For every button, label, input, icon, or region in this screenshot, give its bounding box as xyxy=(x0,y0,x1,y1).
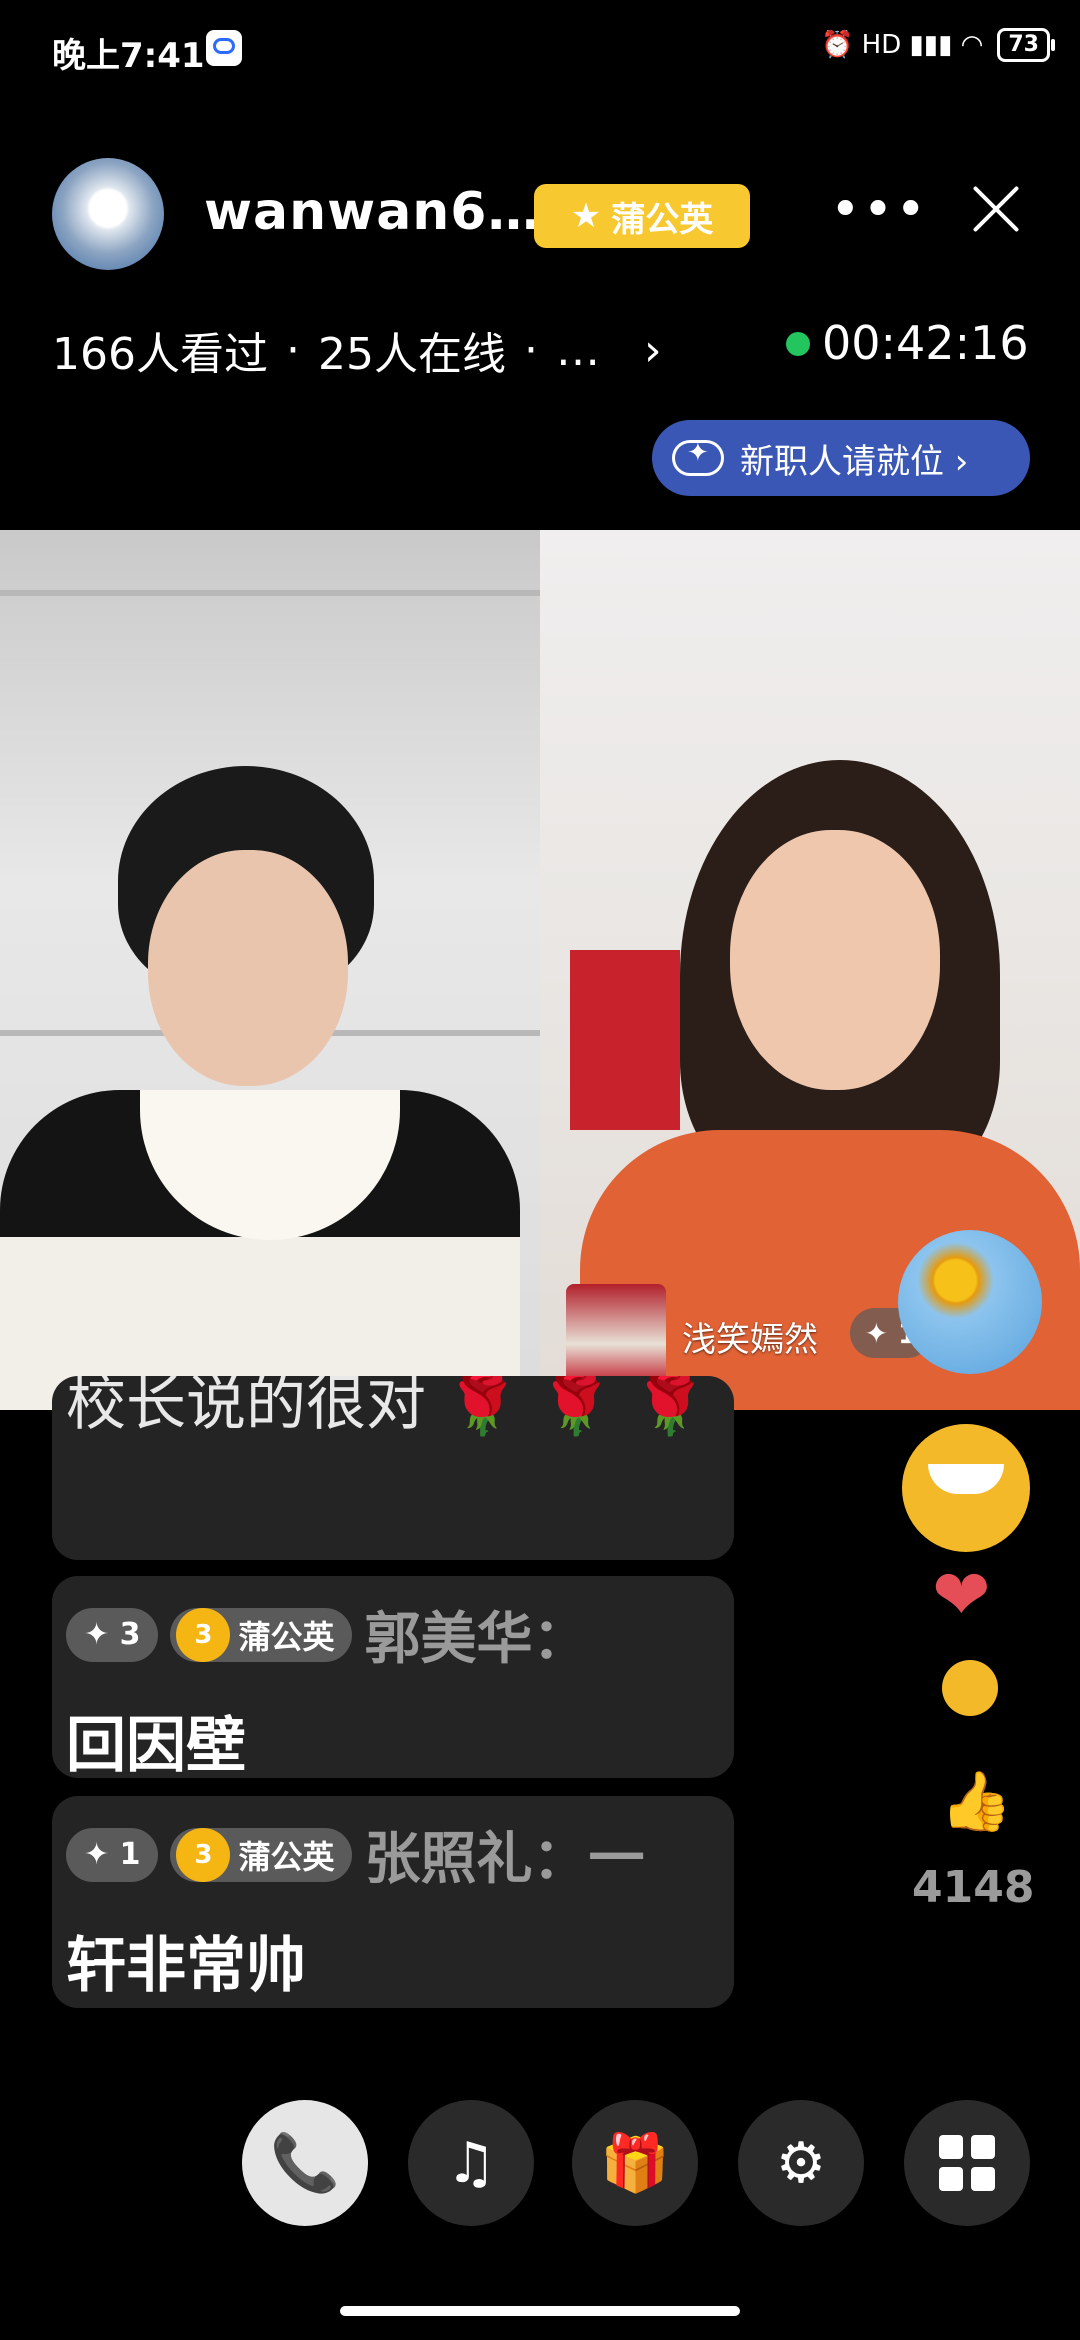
status-time: 晚上7:41 xyxy=(52,36,205,76)
comment-text: 回因壁 xyxy=(66,1711,246,1781)
live-duration: 00:42:16 xyxy=(822,316,1029,370)
bow-icon xyxy=(672,438,724,476)
more-options-button[interactable]: ••• xyxy=(830,180,928,240)
battery-icon: 73 xyxy=(997,28,1055,62)
fan-group-badge[interactable]: ★ 蒲公英 xyxy=(534,184,750,248)
grid-icon xyxy=(939,2135,995,2191)
fan-badge: 3 蒲公英 xyxy=(170,1607,353,1662)
separator: · xyxy=(523,324,538,376)
star-icon: ★ xyxy=(570,196,602,236)
fan-badge-label: 蒲公英 xyxy=(238,1617,335,1656)
fan-badge-label: 蒲公英 xyxy=(238,1837,335,1876)
video-call-button[interactable]: 📞 xyxy=(242,2100,368,2226)
host-name[interactable]: wanwan6… xyxy=(204,182,540,242)
fan-level-icon: 3 xyxy=(176,1607,231,1662)
host-avatar[interactable] xyxy=(52,158,164,270)
comment-item: ✦ 3 3 蒲公英 郭美华： 回因壁 xyxy=(52,1576,734,1781)
like-count: 4148 xyxy=(912,1862,1035,1913)
gift-bag-button[interactable]: 🎁 xyxy=(572,2100,698,2226)
guest-thumbnail[interactable] xyxy=(566,1284,666,1384)
comment-text: 校长说的很对 🌹 🌹 🌹 xyxy=(66,1376,708,1439)
gift-bag-icon: 🎁 xyxy=(600,2131,670,2196)
online-count: 25人在线 xyxy=(317,329,506,380)
comment-username[interactable]: 张照礼：一 xyxy=(364,1814,644,1895)
video-call-icon: 📞 xyxy=(270,2131,340,2196)
guest-avatar[interactable] xyxy=(898,1230,1042,1374)
host-video[interactable] xyxy=(0,530,540,1410)
laughing-emoji-icon xyxy=(902,1424,1030,1552)
comment-username[interactable]: 郭美华： xyxy=(364,1594,588,1675)
hug-emoji-icon xyxy=(942,1660,998,1716)
comment-item: ✦ 1 3 蒲公英 张照礼：一 轩非常帅 xyxy=(52,1796,734,2008)
guest-figure-face xyxy=(730,830,940,1090)
task-banner-label: 新职人请就位 › xyxy=(740,441,969,482)
notification-app-icon xyxy=(206,30,242,66)
host-figure-face xyxy=(148,850,348,1086)
stats-more: … xyxy=(555,324,600,376)
fan-badge: 3 蒲公英 xyxy=(170,1827,353,1882)
chevron-right-icon: › xyxy=(643,324,662,376)
user-level-badge: ✦ 1 xyxy=(66,1827,159,1882)
comment-item: 校长说的很对 🌹 🌹 🌹 xyxy=(52,1376,734,1560)
music-button[interactable]: ♫ xyxy=(408,2100,534,2226)
user-level-badge: ✦ 3 xyxy=(66,1607,159,1662)
home-indicator[interactable] xyxy=(340,2306,740,2316)
task-banner-button[interactable]: 新职人请就位 › xyxy=(652,420,1030,496)
more-apps-button[interactable] xyxy=(904,2100,1030,2226)
viewed-count: 166人看过 xyxy=(52,329,268,380)
sliders-icon: ⚙ xyxy=(775,2130,827,2196)
status-icons: ⏰ HD ▮▮▮ ◠ 73 xyxy=(821,28,1055,62)
wall-line xyxy=(0,590,540,596)
room-stats[interactable]: 166人看过 · 25人在线 · … › xyxy=(52,318,662,382)
close-icon[interactable] xyxy=(960,174,1030,244)
live-indicator-icon xyxy=(786,332,810,356)
separator: · xyxy=(285,324,300,376)
thumbs-up-icon[interactable]: 👍 xyxy=(940,1772,1012,1830)
comment-text: 轩非常帅 xyxy=(66,1931,306,2001)
heart-icon: ❤ xyxy=(932,1554,991,1636)
fan-group-label: 蒲公英 xyxy=(611,199,714,240)
settings-button[interactable]: ⚙ xyxy=(738,2100,864,2226)
fan-level-icon: 3 xyxy=(176,1827,231,1882)
music-note-icon: ♫ xyxy=(445,2130,497,2196)
guest-name[interactable]: 浅笑嫣然 xyxy=(682,1312,818,1361)
status-system-icons: ⏰ HD ▮▮▮ ◠ xyxy=(821,30,984,60)
red-banner xyxy=(570,950,680,1130)
